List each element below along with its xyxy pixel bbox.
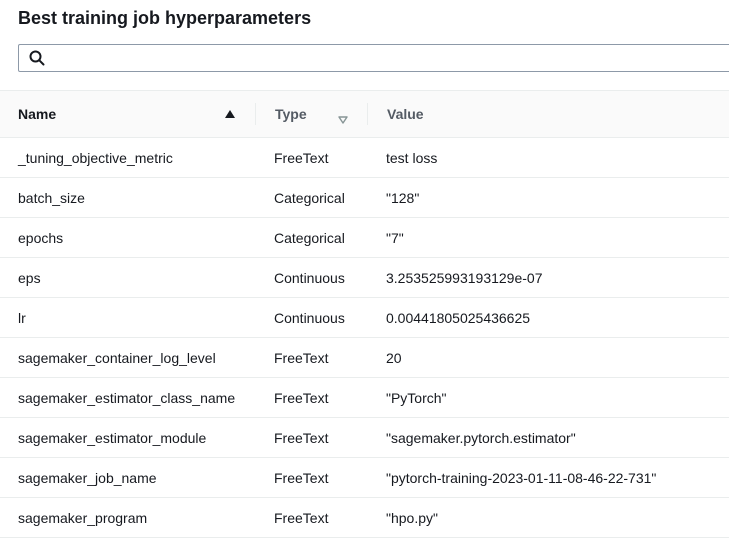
column-divider[interactable]: [255, 103, 256, 125]
cell-type: FreeText: [274, 470, 329, 486]
cell-value: test loss: [386, 150, 438, 166]
table-row: sagemaker_estimator_module FreeText "sagem…: [0, 418, 729, 458]
cell-type: Categorical: [274, 190, 345, 206]
search-input[interactable]: [53, 48, 717, 70]
cell-name: sagemaker_job_name: [18, 470, 157, 486]
table-row: sagemaker_container_log_level FreeText 20: [0, 338, 729, 378]
cell-value: "128": [386, 190, 420, 206]
table-row: eps Continuous 3.253525993193129e-07: [0, 258, 729, 298]
cell-value: "hpo.py": [386, 510, 438, 526]
column-header-type[interactable]: Type: [275, 91, 365, 137]
cell-name: epochs: [18, 230, 64, 246]
cell-type: Continuous: [274, 310, 345, 326]
search-icon: [29, 50, 45, 66]
cell-value: "PyTorch": [386, 390, 447, 406]
column-divider[interactable]: [367, 103, 368, 125]
cell-type: FreeText: [274, 510, 329, 526]
sort-descending-outline-icon[interactable]: [338, 111, 348, 124]
cell-value: 20: [386, 350, 402, 366]
cell-name: sagemaker_program: [18, 510, 148, 526]
cell-type: FreeText: [274, 430, 329, 446]
cell-value: "pytorch-training-2023-01-11-08-46-22-73…: [386, 470, 657, 486]
column-header-name[interactable]: Name: [18, 91, 254, 137]
column-header-value[interactable]: Value: [387, 91, 587, 137]
cell-name: sagemaker_container_log_level: [18, 350, 216, 366]
cell-name: _tuning_objective_metric: [18, 150, 173, 166]
table-row: sagemaker_program FreeText "hpo.py": [0, 498, 729, 538]
cell-name: sagemaker_estimator_class_name: [18, 390, 236, 406]
cell-type: FreeText: [274, 150, 329, 166]
cell-type: FreeText: [274, 390, 329, 406]
cell-name: lr: [18, 310, 26, 326]
table-row: sagemaker_estimator_class_name FreeText "P…: [0, 378, 729, 418]
table-row: _tuning_objective_metric FreeText test los…: [0, 138, 729, 178]
cell-name: sagemaker_estimator_module: [18, 430, 207, 446]
table-row: sagemaker_job_name FreeText "pytorch-train…: [0, 458, 729, 498]
cell-value: 3.253525993193129e-07: [386, 270, 543, 286]
cell-type: Categorical: [274, 230, 345, 246]
sort-ascending-icon[interactable]: [225, 110, 235, 118]
cell-type: Continuous: [274, 270, 345, 286]
search-box[interactable]: [18, 44, 729, 72]
table-row: batch_size Categorical "128": [0, 178, 729, 218]
cell-value: 0.00441805025436625: [386, 310, 531, 326]
cell-value: "sagemaker.pytorch.estimator": [386, 430, 576, 446]
cell-value: "7": [386, 230, 404, 246]
table-row: epochs Categorical "7": [0, 218, 729, 258]
cell-name: batch_size: [18, 190, 85, 206]
table-body: _tuning_objective_metric FreeText test los…: [0, 138, 729, 538]
cell-name: eps: [18, 270, 41, 286]
table-row: lr Continuous 0.00441805025436625: [0, 298, 729, 338]
cell-type: FreeText: [274, 350, 329, 366]
page-title: Best training job hyperparameters: [18, 8, 312, 28]
table-header: Name Type Value: [0, 90, 729, 138]
